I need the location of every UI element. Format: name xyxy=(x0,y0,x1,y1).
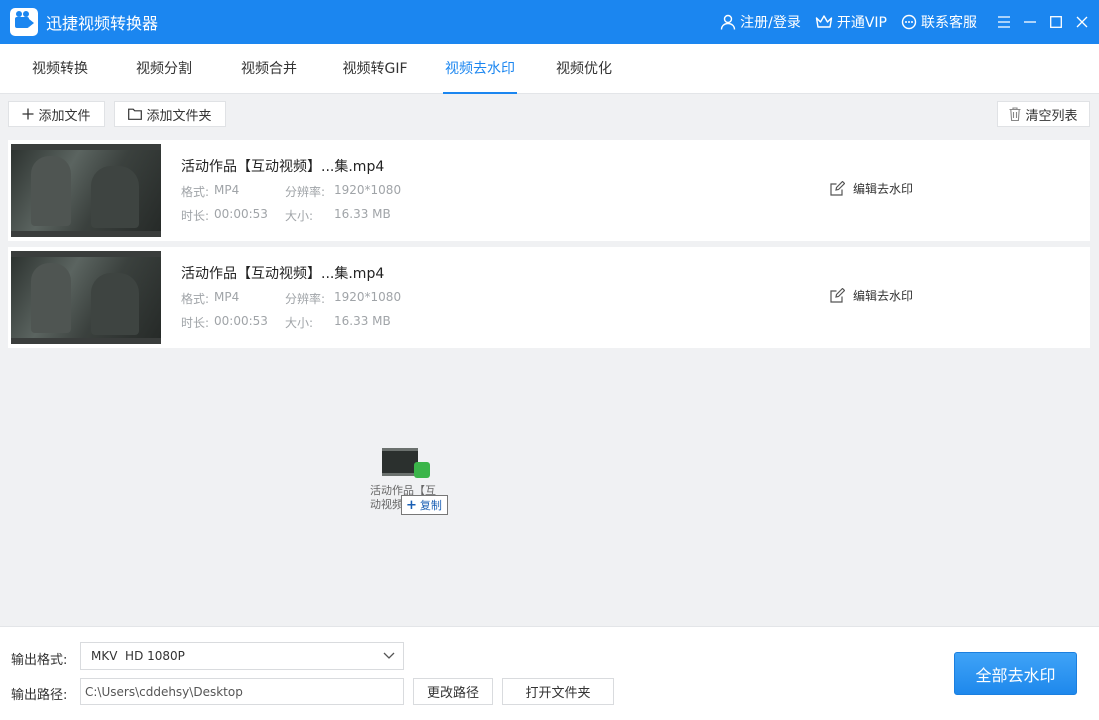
video-file-icon xyxy=(382,448,418,476)
output-format-label: 输出格式: xyxy=(11,653,68,668)
remove-all-watermark-button[interactable]: 全部去水印 xyxy=(954,652,1077,695)
clear-list-button[interactable]: 清空列表 xyxy=(997,101,1090,127)
tab-video-to-gif[interactable]: 视频转GIF xyxy=(342,44,408,94)
app-title: 迅捷视频转换器 xyxy=(46,14,159,33)
output-panel: 输出格式: MKV HD 1080P 输出路径: 更改路径 打开文件夹 全部去水… xyxy=(0,626,1099,720)
menu-icon xyxy=(998,16,1010,28)
chevron-down-icon xyxy=(383,652,395,659)
open-folder-button[interactable]: 打开文件夹 xyxy=(502,678,614,705)
file-row[interactable]: 活动作品【互动视频】...集.mp4 格式: MP4 分辨率: 1920*108… xyxy=(8,247,1090,348)
crown-icon xyxy=(815,15,833,28)
drag-ghost: 活动作品【互 动视频 + 复制 xyxy=(370,448,454,518)
format-label: 格式: xyxy=(181,185,210,199)
user-icon xyxy=(720,14,736,30)
title-bar: 迅捷视频转换器 注册/登录 开通VIP 联系客服 xyxy=(0,0,1099,44)
file-name: 活动作品【互动视频】...集.mp4 xyxy=(181,266,385,282)
edit-icon xyxy=(830,181,845,196)
tab-video-merge[interactable]: 视频合并 xyxy=(240,44,298,94)
thumbnail-watermark-graphic xyxy=(53,174,103,190)
video-thumbnail xyxy=(11,251,161,344)
duration-label: 时长: xyxy=(181,209,210,223)
vip-label: 开通VIP xyxy=(836,15,887,31)
file-row[interactable]: 活动作品【互动视频】...集.mp4 格式: MP4 分辨率: 1920*108… xyxy=(8,140,1090,241)
app-logo-icon xyxy=(10,8,38,36)
add-folder-button[interactable]: 添加文件夹 xyxy=(114,101,226,127)
resolution-label: 分辨率: xyxy=(285,292,326,306)
plus-icon: + xyxy=(406,497,417,513)
copy-tooltip: + 复制 xyxy=(401,495,448,515)
minimize-icon xyxy=(1024,21,1036,23)
close-button[interactable] xyxy=(1069,0,1095,44)
size-value: 16.33 MB xyxy=(334,207,391,221)
video-thumbnail xyxy=(11,144,161,237)
output-path-input[interactable] xyxy=(80,678,404,705)
tab-video-convert[interactable]: 视频转换 xyxy=(30,44,90,94)
size-label: 大小: xyxy=(285,209,314,223)
edit-watermark-button[interactable]: 编辑去水印 xyxy=(830,180,913,197)
maximize-icon xyxy=(1050,16,1062,28)
clear-list-label: 清空列表 xyxy=(1025,108,1078,124)
duration-value: 00:00:53 xyxy=(214,314,268,328)
change-path-button[interactable]: 更改路径 xyxy=(413,678,493,705)
thumbnail-watermark-graphic xyxy=(53,281,103,297)
edit-icon xyxy=(830,288,845,303)
output-format-value: MKV HD 1080P xyxy=(91,649,185,663)
file-name: 活动作品【互动视频】...集.mp4 xyxy=(181,159,385,175)
minimize-button[interactable] xyxy=(1017,0,1043,44)
edit-watermark-label: 编辑去水印 xyxy=(853,289,914,303)
edit-watermark-label: 编辑去水印 xyxy=(853,182,914,196)
size-value: 16.33 MB xyxy=(334,314,391,328)
edit-watermark-button[interactable]: 编辑去水印 xyxy=(830,287,913,304)
output-path-label: 输出路径: xyxy=(11,688,68,703)
tab-video-split[interactable]: 视频分割 xyxy=(135,44,193,94)
duration-value: 00:00:53 xyxy=(214,207,268,221)
login-label: 注册/登录 xyxy=(740,15,801,31)
folder-icon xyxy=(128,108,143,120)
output-format-select[interactable]: MKV HD 1080P xyxy=(80,642,404,670)
support-button[interactable]: 联系客服 xyxy=(901,12,977,32)
add-folder-label: 添加文件夹 xyxy=(146,108,212,124)
format-value: MP4 xyxy=(214,290,240,304)
tab-remove-watermark[interactable]: 视频去水印 xyxy=(443,44,517,94)
plus-icon xyxy=(22,108,34,120)
format-value: MP4 xyxy=(214,183,240,197)
format-label: 格式: xyxy=(181,292,210,306)
vip-button[interactable]: 开通VIP xyxy=(815,12,887,32)
tab-video-optimize[interactable]: 视频优化 xyxy=(555,44,613,94)
support-label: 联系客服 xyxy=(921,15,977,31)
close-icon xyxy=(1076,16,1088,28)
duration-label: 时长: xyxy=(181,316,210,330)
add-file-button[interactable]: 添加文件 xyxy=(8,101,105,127)
login-button[interactable]: 注册/登录 xyxy=(720,12,801,32)
resolution-value: 1920*1080 xyxy=(334,183,402,197)
add-file-label: 添加文件 xyxy=(38,108,91,124)
tab-bar: 视频转换 视频分割 视频合并 视频转GIF 视频去水印 视频优化 xyxy=(0,44,1099,94)
chat-icon xyxy=(901,14,917,30)
resolution-value: 1920*1080 xyxy=(334,290,402,304)
app-badge-icon xyxy=(414,462,430,478)
resolution-label: 分辨率: xyxy=(285,185,326,199)
size-label: 大小: xyxy=(285,316,314,330)
menu-button[interactable] xyxy=(991,0,1017,44)
trash-icon xyxy=(1009,107,1021,121)
maximize-button[interactable] xyxy=(1043,0,1069,44)
